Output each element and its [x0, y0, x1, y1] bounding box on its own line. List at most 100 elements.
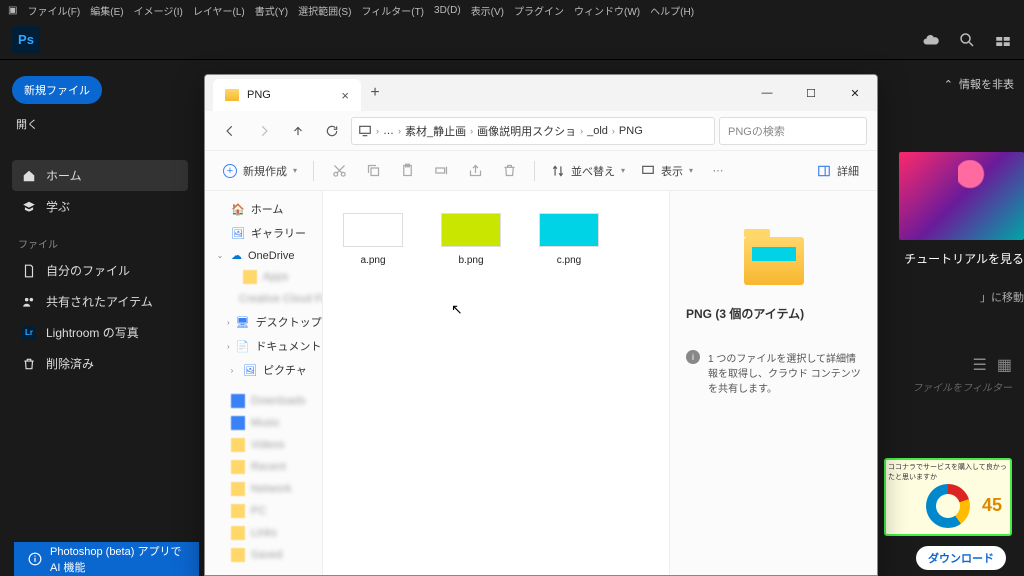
nav-blurred[interactable]: Videos — [209, 434, 318, 456]
search-icon[interactable] — [958, 31, 976, 49]
nav-blurred[interactable]: PC — [209, 500, 318, 522]
gift-icon[interactable] — [994, 31, 1012, 49]
grid-view-icon[interactable]: ▦ — [997, 355, 1012, 375]
detail-pane-button[interactable]: 詳細 — [811, 157, 865, 185]
file-icon — [22, 264, 36, 278]
nav-blurred[interactable]: Saved — [209, 544, 318, 566]
chevron-down-icon: ▾ — [689, 166, 693, 175]
menu-3d[interactable]: 3D(D) — [434, 5, 461, 16]
file-pane[interactable]: a.png b.png c.png ↖ — [323, 191, 669, 575]
view-button[interactable]: 表示 ▾ — [635, 157, 699, 185]
menu-layer[interactable]: レイヤー(L) — [193, 3, 245, 18]
breadcrumb-seg[interactable]: 素材_静止画 — [405, 123, 466, 139]
chevron-right-icon[interactable]: › — [227, 366, 237, 375]
ps-bottom-text: Photoshop (beta) アプリで AI 機能 — [50, 543, 185, 575]
more-button[interactable]: ⋯ — [703, 157, 733, 185]
nav-blurred[interactable]: Network — [209, 478, 318, 500]
up-button[interactable] — [283, 117, 313, 145]
forward-button[interactable] — [249, 117, 279, 145]
breadcrumb-seg[interactable]: … — [383, 125, 394, 137]
open-link[interactable]: 開く — [16, 116, 188, 132]
breadcrumb-seg[interactable]: PNG — [619, 125, 643, 137]
menu-view[interactable]: 表示(V) — [471, 3, 504, 18]
nav-my-files[interactable]: 自分のファイル — [12, 255, 188, 286]
menu-type[interactable]: 書式(Y) — [255, 3, 288, 18]
nav-blurred[interactable]: Creative Cloud Fil — [209, 288, 318, 310]
menu-select[interactable]: 選択範囲(S) — [298, 3, 351, 18]
file-name: c.png — [535, 255, 603, 266]
share-button[interactable] — [460, 157, 490, 185]
close-button[interactable]: ✕ — [833, 75, 877, 111]
nav-learn[interactable]: 学ぶ — [12, 191, 188, 222]
ad-card[interactable]: ココナラでサービスを購入して良かったと思いますか 45 — [884, 458, 1012, 536]
menu-filter[interactable]: フィルター(T) — [361, 3, 424, 18]
new-tab-button[interactable]: + — [361, 75, 389, 111]
download-button[interactable]: ダウンロード — [916, 546, 1006, 570]
new-button[interactable]: + 新規作成 ▾ — [217, 157, 303, 185]
ps-bottom-banner[interactable]: Photoshop (beta) アプリで AI 機能 — [14, 542, 199, 576]
info-toggle[interactable]: ⌃ 情報を非表 — [874, 60, 1024, 92]
nav-desktop[interactable]: ›🖥デスクトップ — [209, 310, 318, 334]
explorer-tab[interactable]: PNG × — [213, 79, 361, 111]
sort-button[interactable]: 並べ替え ▾ — [545, 157, 631, 185]
monitor-icon — [358, 124, 372, 138]
menu-window[interactable]: ウィンドウ(W) — [574, 3, 640, 18]
back-button[interactable] — [215, 117, 245, 145]
nav-onedrive[interactable]: ⌄☁OneDrive — [209, 245, 318, 266]
rename-button[interactable] — [426, 157, 456, 185]
file-item[interactable]: b.png — [437, 213, 505, 553]
filter-placeholder[interactable]: ファイルをフィルター — [874, 375, 1024, 394]
refresh-button[interactable] — [317, 117, 347, 145]
minimize-button[interactable]: — — [745, 75, 789, 111]
nav-blurred[interactable]: Music — [209, 412, 318, 434]
tutorial-link[interactable]: チュートリアルを見る — [874, 240, 1024, 267]
chevron-right-icon[interactable]: › — [227, 318, 230, 327]
folder-icon — [225, 89, 239, 101]
cut-button[interactable] — [324, 157, 354, 185]
nav-home-label: ホーム — [46, 167, 82, 184]
folder-icon — [231, 526, 245, 540]
explorer-address-bar: › … › 素材_静止画 › 画像説明用スクショ › _old › PNG PN… — [205, 111, 877, 151]
chevron-down-icon[interactable]: ⌄ — [215, 251, 225, 260]
nav-blurred[interactable]: Links — [209, 522, 318, 544]
nav-gallery[interactable]: 🖼ギャラリー — [209, 221, 318, 245]
nav-blurred[interactable]: Downloads — [209, 390, 318, 412]
menu-image[interactable]: イメージ(I) — [134, 3, 183, 18]
folder-icon — [231, 504, 245, 518]
list-view-icon[interactable]: ☰ — [973, 355, 987, 375]
nav-blurred[interactable]: Recent — [209, 456, 318, 478]
nav-deleted[interactable]: 削除済み — [12, 348, 188, 379]
tab-close-icon[interactable]: × — [341, 88, 349, 103]
chevron-right-icon[interactable]: › — [227, 342, 230, 351]
copy-button[interactable] — [358, 157, 388, 185]
breadcrumb-seg[interactable]: 画像説明用スクショ — [477, 123, 576, 139]
explorer-titlebar[interactable]: PNG × + — ☐ ✕ — [205, 75, 877, 111]
search-input[interactable]: PNGの検索 — [719, 117, 867, 145]
new-file-button[interactable]: 新規ファイル — [12, 76, 102, 104]
ps-left-panel: 新規ファイル 開く ホーム 学ぶ ファイル 自分のファイル 共有されたアイテム — [0, 60, 200, 576]
paste-button[interactable] — [392, 157, 422, 185]
nav-blurred[interactable]: Apps — [209, 266, 318, 288]
folder-icon — [231, 416, 245, 430]
chevron-right-icon: › — [376, 126, 379, 136]
menu-help[interactable]: ヘルプ(H) — [650, 3, 694, 18]
nav-documents[interactable]: ›📄ドキュメント — [209, 334, 318, 358]
menu-plugins[interactable]: プラグイン — [514, 3, 564, 18]
detail-hint: 1 つのファイルを選択して詳細情報を取得し、クラウド コンテンツを共有します。 — [708, 350, 861, 395]
breadcrumb-seg[interactable]: _old — [587, 125, 608, 137]
nav-home[interactable]: 🏠ホーム — [209, 197, 318, 221]
delete-button[interactable] — [494, 157, 524, 185]
address-box[interactable]: › … › 素材_静止画 › 画像説明用スクショ › _old › PNG — [351, 117, 715, 145]
menu-edit[interactable]: 編集(E) — [90, 3, 123, 18]
nav-shared[interactable]: 共有されたアイテム — [12, 286, 188, 317]
maximize-button[interactable]: ☐ — [789, 75, 833, 111]
menu-file[interactable]: ファイル(F) — [27, 3, 80, 18]
nav-lightroom[interactable]: Lr Lightroom の写真 — [12, 317, 188, 348]
nav-pictures[interactable]: ›🖼ピクチャ — [209, 358, 318, 382]
file-item[interactable]: c.png — [535, 213, 603, 553]
folder-icon — [231, 548, 245, 562]
cloud-icon[interactable] — [922, 31, 940, 49]
nav-home[interactable]: ホーム — [12, 160, 188, 191]
file-item[interactable]: a.png — [339, 213, 407, 553]
tutorial-thumbnail[interactable] — [899, 152, 1024, 240]
